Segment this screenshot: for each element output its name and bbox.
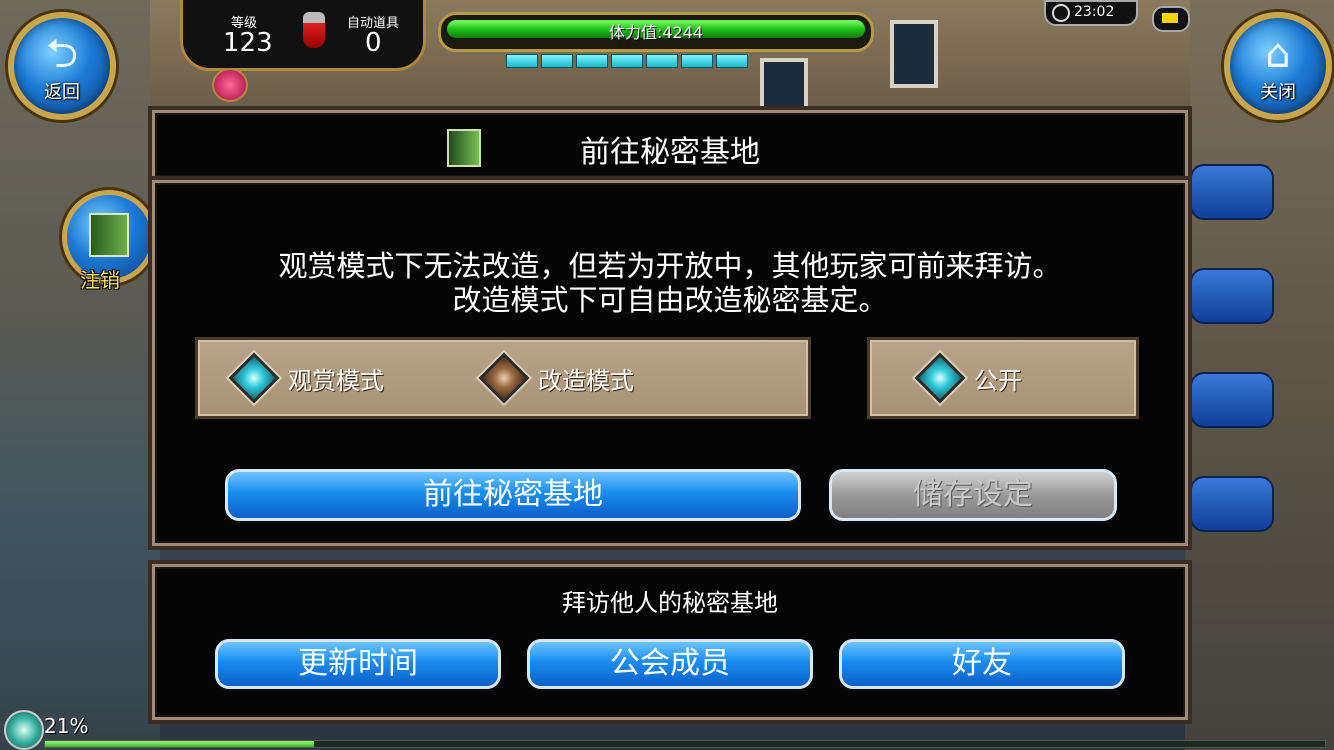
mode-option-edit-label: 改造模式 bbox=[538, 366, 634, 395]
mode-option-view-label: 观赏模式 bbox=[288, 366, 384, 395]
stamina-segment bbox=[576, 54, 608, 68]
back-button-label: 返回 bbox=[44, 82, 80, 103]
exp-bar bbox=[44, 740, 1326, 748]
stamina-segment bbox=[541, 54, 573, 68]
book-icon bbox=[89, 213, 129, 257]
clock: 23:02 bbox=[1044, 0, 1138, 26]
side-tab[interactable] bbox=[1190, 268, 1274, 324]
dialog-main-panel: 观赏模式下无法改造，但若为开放中，其他玩家可前来拜访。 改造模式下可自由改造秘密… bbox=[152, 180, 1188, 546]
public-option-label: 公开 bbox=[974, 366, 1022, 395]
clock-icon bbox=[1052, 4, 1070, 22]
dialog-title-bar: 前往秘密基地 bbox=[152, 110, 1188, 180]
level-value: 123 bbox=[223, 28, 273, 58]
dialog-description: 观赏模式下无法改造，但若为开放中，其他玩家可前来拜访。 改造模式下可自由改造秘密… bbox=[155, 249, 1185, 317]
exp-orb-icon bbox=[4, 710, 44, 750]
diamond-selected-icon bbox=[228, 352, 280, 404]
side-tab[interactable] bbox=[1190, 164, 1274, 220]
clock-time: 23:02 bbox=[1074, 4, 1115, 20]
stamina-segment bbox=[681, 54, 713, 68]
bottom-hud: 21% bbox=[0, 708, 1334, 750]
gift-icon[interactable] bbox=[212, 68, 248, 102]
stamina-segments bbox=[506, 54, 748, 68]
guild-members-button[interactable]: 公会成员 bbox=[527, 639, 813, 689]
side-tab[interactable] bbox=[1190, 476, 1274, 532]
mode-option-view[interactable]: 观赏模式 bbox=[228, 352, 384, 404]
background-window bbox=[890, 20, 938, 88]
home-icon: ⌂ bbox=[1265, 31, 1291, 77]
visit-title: 拜访他人的秘密基地 bbox=[562, 589, 778, 617]
friends-button[interactable]: 好友 bbox=[839, 639, 1125, 689]
visit-panel: 拜访他人的秘密基地 更新时间 公会成员 好友 bbox=[152, 564, 1188, 720]
exp-bar-fill bbox=[45, 741, 314, 747]
side-tab[interactable] bbox=[1190, 372, 1274, 428]
public-selector: 公开 bbox=[867, 337, 1139, 419]
close-button-label: 关闭 bbox=[1260, 82, 1296, 103]
potion-icon bbox=[303, 12, 325, 48]
mode-selector: 观赏模式 改造模式 bbox=[195, 337, 811, 419]
back-arrow-icon: ⮌ bbox=[45, 31, 79, 77]
save-settings-button[interactable]: 储存设定 bbox=[829, 469, 1117, 521]
diamond-selected-icon bbox=[914, 352, 966, 404]
description-line-1: 观赏模式下无法改造，但若为开放中，其他玩家可前来拜访。 bbox=[278, 249, 1062, 283]
stamina-segment bbox=[646, 54, 678, 68]
stamina-segment bbox=[611, 54, 643, 68]
close-button[interactable]: ⌂ 关闭 bbox=[1224, 12, 1332, 120]
back-button[interactable]: ⮌ 返回 bbox=[8, 12, 116, 120]
battery-icon bbox=[1152, 6, 1190, 32]
exp-percent: 21% bbox=[44, 714, 89, 738]
logout-label: 注销 bbox=[80, 268, 120, 292]
description-line-2: 改造模式下可自由改造秘密基定。 bbox=[452, 283, 888, 317]
player-status-box: 等级 123 自动道具 0 bbox=[180, 0, 426, 71]
update-time-button[interactable]: 更新时间 bbox=[215, 639, 501, 689]
dialog-title: 前往秘密基地 bbox=[580, 135, 760, 170]
auto-item-value: 0 bbox=[365, 28, 382, 58]
public-option[interactable]: 公开 bbox=[914, 352, 1022, 404]
mode-option-edit[interactable]: 改造模式 bbox=[478, 352, 634, 404]
stamina-segment bbox=[506, 54, 538, 68]
diamond-unselected-icon bbox=[478, 352, 530, 404]
stamina-gauge: 体力值:4244 bbox=[438, 12, 874, 52]
go-secret-base-button[interactable]: 前往秘密基地 bbox=[225, 469, 801, 521]
stamina-segment bbox=[716, 54, 748, 68]
stamina-text: 体力值:4244 bbox=[608, 23, 704, 42]
